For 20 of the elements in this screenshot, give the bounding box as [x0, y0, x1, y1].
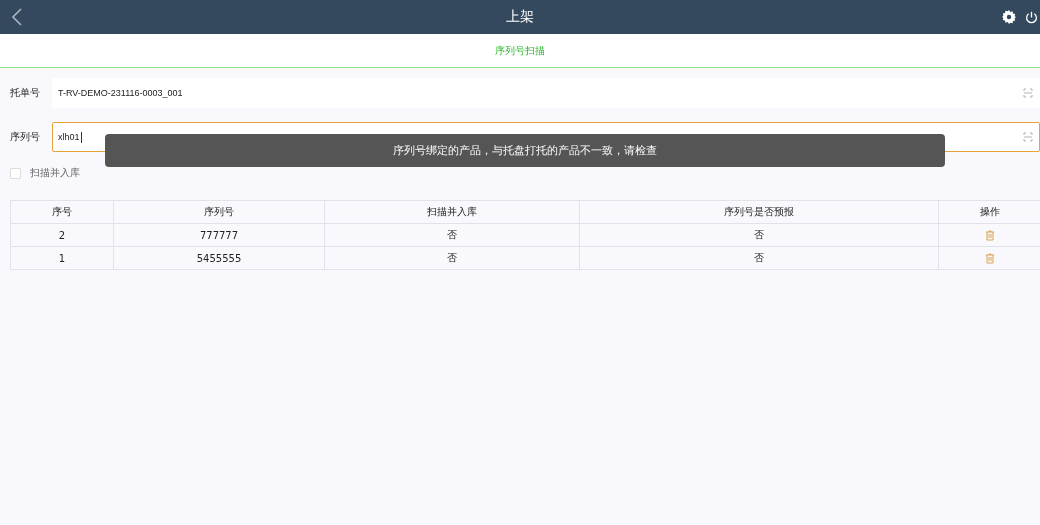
table-cell: 777777 [113, 224, 324, 246]
table-cell-text: 2 [57, 228, 67, 243]
column-header: 序列号 [113, 201, 324, 223]
table-cell: 否 [579, 224, 938, 246]
page-title: 上架 [506, 8, 534, 26]
table-cell: 5455555 [113, 247, 324, 269]
column-header: 序列号是否预报 [579, 201, 938, 223]
checkbox-label: 扫描并入库 [30, 166, 80, 180]
column-header: 扫描并入库 [324, 201, 579, 223]
field-label: 序列号 [10, 130, 41, 144]
error-toast: 序列号绑定的产品，与托盘打托的产品不一致，请检查 [105, 134, 945, 167]
field-label: 托单号 [10, 86, 41, 100]
field-value: T-RV-DEMO-231116-0003_001 [58, 88, 183, 98]
field-value: xlh01 [58, 131, 82, 143]
table-cell: 否 [324, 247, 579, 269]
table-cell-text: 1 [57, 251, 67, 266]
column-header: 序号 [51, 205, 73, 219]
column-header: 操作 [938, 201, 1040, 223]
table-cell: 否 [579, 247, 938, 269]
table-cell: 否 [324, 224, 579, 246]
